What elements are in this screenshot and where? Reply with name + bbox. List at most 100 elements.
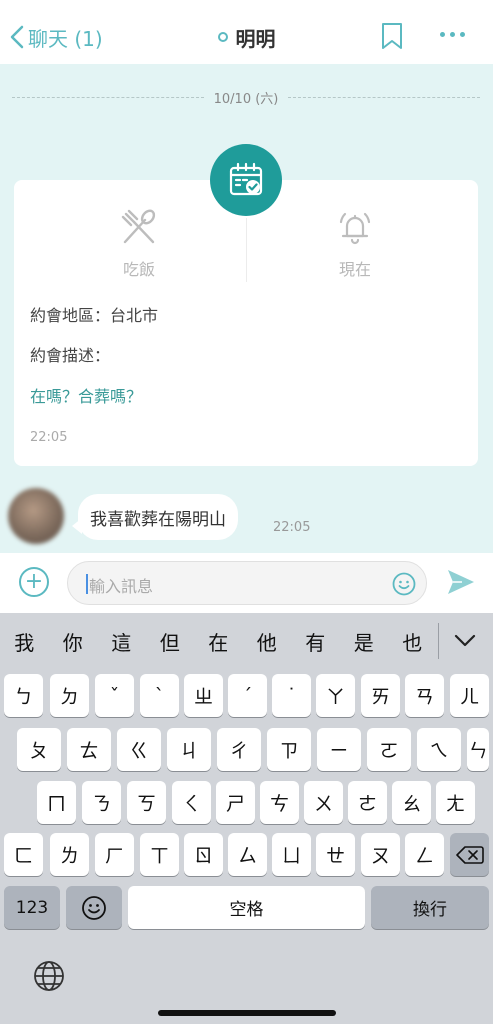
key[interactable]: ˙ (272, 674, 311, 717)
date-label: 10/10 (六) (213, 91, 279, 107)
globe-icon[interactable] (32, 959, 66, 993)
chat-title-area: 明明 (0, 22, 493, 52)
suggestion-item[interactable]: 我 (0, 627, 49, 656)
key[interactable]: ㄖ (184, 833, 223, 876)
key[interactable]: ˇ (95, 674, 134, 717)
home-indicator (158, 1010, 336, 1016)
bookmark-icon (382, 23, 402, 49)
key[interactable]: ㄦ (450, 674, 489, 717)
send-button[interactable] (446, 567, 476, 601)
key[interactable]: ㄈ (4, 833, 43, 876)
key[interactable]: ㄛ (367, 728, 411, 771)
calendar-badge (210, 144, 282, 216)
key[interactable]: ㄙ (228, 833, 267, 876)
emoji-key[interactable] (66, 886, 122, 929)
key[interactable]: ㄋ (82, 781, 121, 824)
suggestion-item[interactable]: 他 (243, 627, 292, 656)
key[interactable]: ㄒ (140, 833, 179, 876)
numbers-key[interactable]: 123 (4, 886, 60, 929)
space-key[interactable]: 空格 (128, 886, 365, 929)
key[interactable]: ㄇ (37, 781, 76, 824)
key[interactable]: ㄔ (217, 728, 261, 771)
key[interactable]: ˋ (140, 674, 179, 717)
emoji-icon[interactable] (392, 572, 416, 596)
option-meal: 吃飯 (94, 208, 184, 280)
suggestion-item[interactable]: 在 (194, 627, 243, 656)
key[interactable]: ㄩ (272, 833, 311, 876)
key[interactable]: ㄟ (417, 728, 461, 771)
message-bubble[interactable]: 我喜歡葬在陽明山 (78, 494, 238, 540)
key[interactable]: ˊ (228, 674, 267, 717)
date-description-label: 約會描述： (30, 346, 111, 365)
key[interactable]: ㄎ (127, 781, 166, 824)
fork-spoon-icon (121, 209, 156, 244)
options-divider (246, 218, 247, 282)
more-options-button[interactable] (440, 32, 470, 37)
key[interactable]: ㄢ (405, 674, 444, 717)
key[interactable]: ㄊ (67, 728, 111, 771)
message-input-placeholder: 輸入訊息 (89, 577, 154, 596)
key[interactable]: ㄌ (50, 833, 89, 876)
option-meal-label: 吃飯 (122, 260, 155, 279)
key[interactable]: ㄚ (316, 674, 355, 717)
key[interactable]: ㄅ (4, 674, 43, 717)
date-invitation-card[interactable]: 吃飯 現在 約會地區：台北市 約會描述： 在嗎？合葬嗎？ 22:05 (14, 180, 478, 466)
more-dot (460, 32, 465, 37)
key[interactable]: ㄠ (392, 781, 431, 824)
key[interactable]: ㄗ (267, 728, 311, 771)
chevron-down-icon[interactable] (452, 627, 478, 653)
message-timestamp: 22:05 (273, 520, 311, 535)
chat-header: 聊天 (1) 明明 (0, 0, 493, 64)
status-dot-icon (217, 32, 228, 42)
send-icon (448, 570, 474, 594)
suggestion-item[interactable]: 你 (49, 627, 98, 656)
key[interactable]: ㄨ (304, 781, 343, 824)
keyboard: 我 你 這 但 在 他 有 是 也 ㄅ ㄉ ˇ ˋ ㄓ ˊ ˙ ㄚ ㄞ ㄢ ㄦ … (0, 613, 493, 1024)
divider-line (288, 96, 480, 98)
key[interactable]: ㄞ (361, 674, 400, 717)
option-time: 現在 (310, 208, 400, 280)
key[interactable]: ㄕ (216, 781, 255, 824)
date-divider: 10/10 (六) (12, 86, 480, 108)
option-time-label: 現在 (338, 260, 371, 279)
bell-icon (339, 212, 371, 245)
card-timestamp: 22:05 (30, 430, 68, 445)
suggestion-item[interactable]: 有 (291, 627, 340, 656)
suggestion-bar: 我 你 這 但 在 他 有 是 也 (0, 613, 493, 669)
date-description-text: 在嗎？合葬嗎？ (30, 387, 143, 406)
divider-line (12, 96, 204, 98)
suggestion-item[interactable]: 但 (146, 627, 195, 656)
key[interactable]: ㄉ (50, 674, 89, 717)
backspace-key[interactable] (450, 833, 489, 876)
key[interactable]: ㄣ (467, 728, 489, 771)
return-key[interactable]: 換行 (371, 886, 489, 929)
message-input[interactable]: 輸入訊息 (67, 561, 427, 605)
key[interactable]: ㄝ (316, 833, 355, 876)
key[interactable]: ㄓ (184, 674, 223, 717)
calendar-check-icon (229, 162, 263, 196)
key[interactable]: ㄑ (172, 781, 211, 824)
key[interactable]: ㄍ (117, 728, 161, 771)
suggestion-separator (438, 623, 439, 659)
suggestion-item[interactable]: 這 (97, 627, 146, 656)
avatar[interactable] (8, 488, 64, 544)
key[interactable]: ㄆ (17, 728, 61, 771)
date-area-text: 約會地區：台北市 (30, 306, 159, 325)
key[interactable]: ㄤ (436, 781, 475, 824)
more-dot (440, 32, 445, 37)
backspace-icon (455, 845, 484, 864)
suggestion-item[interactable]: 也 (388, 627, 437, 656)
suggestion-item[interactable]: 是 (340, 627, 389, 656)
message-input-bar: + 輸入訊息 (0, 553, 493, 613)
key[interactable]: ㄥ (405, 833, 444, 876)
key[interactable]: ㄧ (317, 728, 361, 771)
key[interactable]: ㄜ (348, 781, 387, 824)
key[interactable]: ㄡ (361, 833, 400, 876)
message-text: 我喜歡葬在陽明山 (90, 509, 226, 530)
add-attachment-button[interactable]: + (19, 567, 49, 597)
bookmark-button[interactable] (380, 22, 404, 54)
key[interactable]: ㄏ (95, 833, 134, 876)
key[interactable]: ㄐ (167, 728, 211, 771)
key[interactable]: ㄘ (260, 781, 299, 824)
more-dot (450, 32, 455, 37)
